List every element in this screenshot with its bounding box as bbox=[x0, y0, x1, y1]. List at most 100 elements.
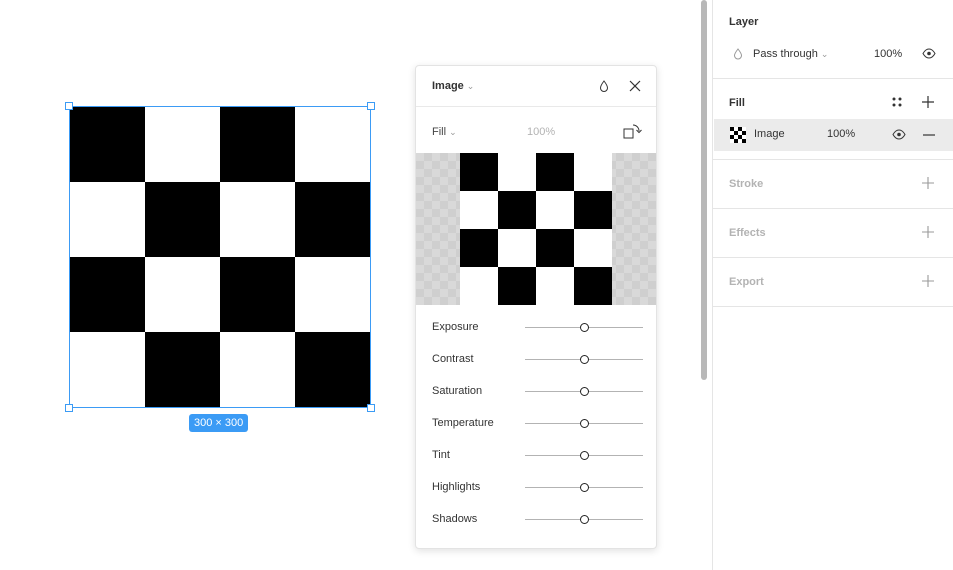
add-export-plus-icon[interactable] bbox=[921, 274, 935, 288]
checker-cell bbox=[498, 153, 536, 191]
checker-cell bbox=[220, 257, 295, 332]
slider-thumb[interactable] bbox=[580, 323, 589, 332]
adjustment-slider[interactable] bbox=[525, 323, 643, 332]
checker-cell bbox=[460, 191, 498, 229]
checker-cell bbox=[70, 332, 145, 407]
fill-mode-dropdown[interactable]: Fill ⌄ bbox=[432, 126, 457, 138]
slider-thumb[interactable] bbox=[580, 451, 589, 460]
fill-title: Fill bbox=[729, 97, 745, 109]
add-effect-plus-icon[interactable] bbox=[921, 225, 935, 239]
effects-title: Effects bbox=[729, 227, 766, 239]
add-stroke-plus-icon[interactable] bbox=[921, 176, 935, 190]
fill-layer-row[interactable]: Image 100% bbox=[714, 119, 953, 151]
resize-handle-bottom-right[interactable] bbox=[367, 404, 375, 412]
image-type-label: Image bbox=[432, 80, 464, 92]
export-title: Export bbox=[729, 276, 764, 288]
fill-mode-label: Fill bbox=[432, 126, 447, 138]
selected-image-frame[interactable] bbox=[65, 102, 375, 412]
blend-mode-dropdown[interactable]: Pass through ⌄ bbox=[753, 48, 828, 60]
canvas-scrollbar[interactable] bbox=[701, 0, 707, 380]
adjustment-row: Saturation bbox=[416, 376, 656, 408]
adjustment-row: Temperature bbox=[416, 408, 656, 440]
eye-icon[interactable] bbox=[892, 129, 906, 140]
checkerboard-image[interactable] bbox=[70, 107, 370, 407]
image-opacity-value: 100% bbox=[527, 126, 556, 138]
styles-grid-icon[interactable] bbox=[891, 96, 903, 108]
adjustment-row: Shadows bbox=[416, 504, 656, 536]
adjustment-label: Temperature bbox=[432, 417, 494, 429]
slider-thumb[interactable] bbox=[580, 355, 589, 364]
checker-cell bbox=[295, 107, 370, 182]
adjustment-slider[interactable] bbox=[525, 355, 643, 364]
checker-cell bbox=[574, 229, 612, 267]
adjustment-label: Exposure bbox=[432, 321, 479, 333]
swatch-cell bbox=[742, 139, 746, 143]
fill-item-name[interactable]: Image bbox=[754, 128, 785, 140]
adjustment-row: Tint bbox=[416, 440, 656, 472]
checker-cell bbox=[574, 267, 612, 305]
remove-fill-minus-icon[interactable] bbox=[922, 128, 936, 142]
checker-cell bbox=[536, 229, 574, 267]
checker-cell bbox=[145, 107, 220, 182]
checker-cell bbox=[574, 153, 612, 191]
checker-cell bbox=[536, 191, 574, 229]
slider-thumb[interactable] bbox=[580, 387, 589, 396]
export-section: Export bbox=[713, 258, 953, 307]
close-icon[interactable] bbox=[628, 79, 642, 93]
checker-cell bbox=[145, 182, 220, 257]
checker-cell bbox=[536, 153, 574, 191]
layer-section: Layer Pass through ⌄ 100% bbox=[713, 0, 953, 79]
adjustment-slider[interactable] bbox=[525, 387, 643, 396]
slider-thumb[interactable] bbox=[580, 515, 589, 524]
image-swatch[interactable] bbox=[730, 127, 746, 143]
add-fill-plus-icon[interactable] bbox=[921, 95, 935, 109]
fill-mode-row: Fill ⌄ 100% bbox=[416, 108, 656, 154]
slider-thumb[interactable] bbox=[580, 483, 589, 492]
checker-cell bbox=[295, 332, 370, 407]
chevron-down-icon: ⌄ bbox=[820, 49, 829, 59]
adjustment-row: Contrast bbox=[416, 344, 656, 376]
checker-cell bbox=[70, 257, 145, 332]
checker-cell bbox=[536, 267, 574, 305]
checker-cell bbox=[498, 267, 536, 305]
blend-mode-label: Pass through bbox=[753, 48, 818, 60]
adjustment-slider[interactable] bbox=[525, 515, 643, 524]
adjustment-label: Tint bbox=[432, 449, 450, 461]
checker-cell bbox=[70, 107, 145, 182]
adjustment-label: Saturation bbox=[432, 385, 483, 397]
checker-cell bbox=[295, 257, 370, 332]
adjustment-row: Highlights bbox=[416, 472, 656, 504]
rotate-icon[interactable] bbox=[622, 122, 644, 142]
slider-thumb[interactable] bbox=[580, 419, 589, 428]
image-type-dropdown[interactable]: Image ⌄ bbox=[432, 80, 474, 92]
layer-title: Layer bbox=[729, 16, 759, 28]
blend-drop-icon bbox=[733, 48, 743, 60]
adjustment-slider[interactable] bbox=[525, 483, 643, 492]
drop-icon[interactable] bbox=[598, 79, 610, 93]
checker-cell bbox=[295, 182, 370, 257]
panel-header: Image ⌄ bbox=[416, 66, 656, 107]
preview-checkerboard bbox=[460, 153, 612, 305]
eye-icon[interactable] bbox=[922, 48, 936, 59]
checker-cell bbox=[70, 182, 145, 257]
checker-cell bbox=[220, 107, 295, 182]
chevron-down-icon: ⌄ bbox=[449, 127, 457, 137]
adjustment-row: Exposure bbox=[416, 312, 656, 344]
checker-cell bbox=[145, 332, 220, 407]
resize-handle-top-right[interactable] bbox=[367, 102, 375, 110]
checker-cell bbox=[460, 229, 498, 267]
checker-cell bbox=[460, 153, 498, 191]
stroke-section: Stroke bbox=[713, 160, 953, 209]
fill-item-opacity[interactable]: 100% bbox=[827, 128, 855, 140]
layer-opacity-value[interactable]: 100% bbox=[874, 48, 902, 60]
adjustment-slider[interactable] bbox=[525, 419, 643, 428]
checker-cell bbox=[498, 229, 536, 267]
resize-handle-top-left[interactable] bbox=[65, 102, 73, 110]
properties-panel: Layer Pass through ⌄ 100% Fill Image 100% bbox=[712, 0, 953, 570]
chevron-down-icon: ⌄ bbox=[466, 81, 475, 91]
stroke-title: Stroke bbox=[729, 178, 764, 190]
resize-handle-bottom-left[interactable] bbox=[65, 404, 73, 412]
checker-cell bbox=[145, 257, 220, 332]
adjustment-slider[interactable] bbox=[525, 451, 643, 460]
checker-cell bbox=[460, 267, 498, 305]
